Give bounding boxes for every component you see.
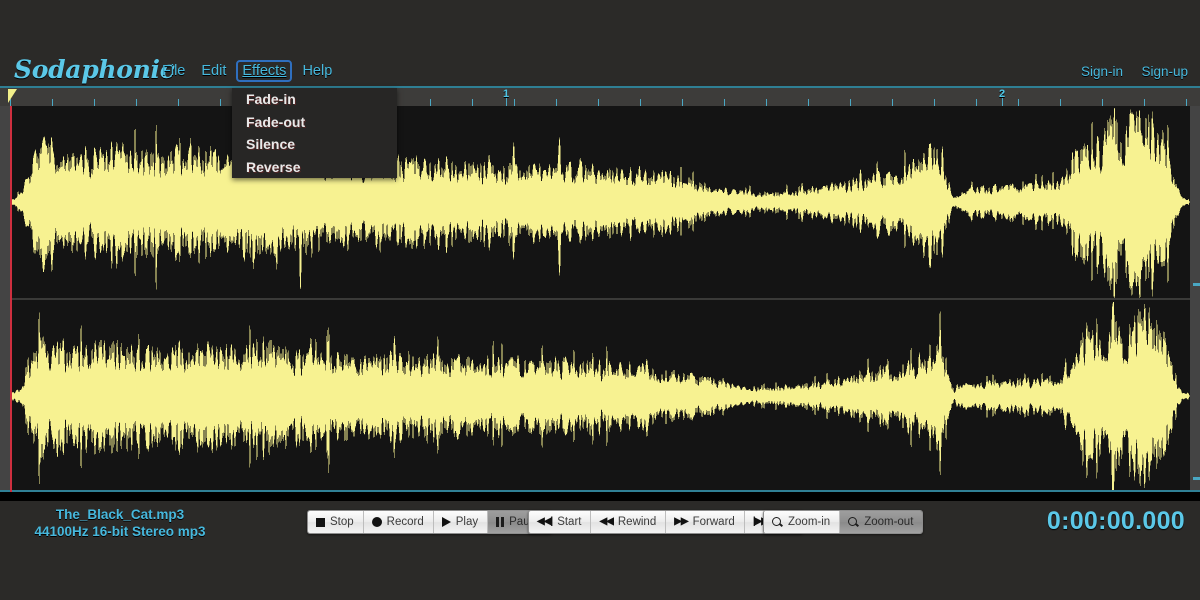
timecode-display: 0:00:00.000 bbox=[1047, 507, 1185, 536]
button-label: Play bbox=[456, 515, 478, 529]
playhead-handle[interactable] bbox=[8, 89, 17, 103]
waveform-canvas[interactable] bbox=[10, 106, 1190, 492]
rewind-icon: ◀◀ bbox=[599, 517, 612, 527]
button-label: Stop bbox=[330, 515, 354, 529]
menu-item-file[interactable]: File bbox=[158, 62, 189, 80]
pause-icon bbox=[496, 517, 504, 527]
file-format-info: 44100Hz 16-bit Stereo mp3 bbox=[0, 523, 240, 541]
button-label: Record bbox=[387, 515, 424, 529]
magnifier-icon bbox=[772, 517, 783, 528]
ruler-tick bbox=[1186, 99, 1187, 106]
ruler-tick bbox=[976, 99, 977, 106]
magnifier-icon bbox=[848, 517, 859, 528]
menu-option-reverse[interactable]: Reverse bbox=[232, 156, 397, 179]
waveform-track-left[interactable] bbox=[10, 106, 1190, 298]
timeline-ruler[interactable]: 12 bbox=[0, 88, 1200, 106]
waveform-right-channel bbox=[10, 300, 1190, 492]
file-info: The_Black_Cat.mp3 44100Hz 16-bit Stereo … bbox=[0, 506, 240, 541]
waveform-track-right[interactable] bbox=[10, 300, 1190, 492]
menu-option-fade-out[interactable]: Fade-out bbox=[232, 111, 397, 134]
button-label: Rewind bbox=[618, 515, 656, 529]
menu-item-effects[interactable]: Effects bbox=[238, 62, 290, 80]
footer-shadow-strip bbox=[0, 492, 1200, 501]
sodaphonic-audio-editor: Sodaphonic File Edit Effects Help Sign-in S… bbox=[0, 0, 1200, 600]
zoom-button-group[interactable]: Zoom-in Zoom-out bbox=[763, 510, 923, 534]
ruler-label-2: 2 bbox=[999, 88, 1005, 100]
waveform-editor[interactable]: 12 L R bbox=[0, 88, 1200, 492]
ruler-tick bbox=[1144, 99, 1145, 106]
record-button[interactable]: Record bbox=[364, 511, 434, 533]
zoom-in-button[interactable]: Zoom-in bbox=[764, 511, 840, 533]
menu-option-silence[interactable]: Silence bbox=[232, 133, 397, 156]
file-name[interactable]: The_Black_Cat.mp3 bbox=[0, 506, 240, 523]
ruler-tick bbox=[724, 99, 725, 106]
menu-item-edit[interactable]: Edit bbox=[197, 62, 230, 80]
app-header: Sodaphonic File Edit Effects Help Sign-in S… bbox=[0, 0, 1200, 88]
rewind-button[interactable]: ◀◀ Rewind bbox=[591, 511, 666, 533]
button-label: Zoom-in bbox=[788, 515, 830, 529]
stop-icon bbox=[316, 518, 325, 527]
app-logo: Sodaphonic bbox=[14, 55, 175, 84]
menu-item-help[interactable]: Help bbox=[298, 62, 336, 80]
fast-forward-icon: ▶▶ bbox=[674, 517, 687, 527]
auth-links: Sign-in Sign-up bbox=[1067, 63, 1188, 81]
skip-back-icon: ◀◀| bbox=[537, 517, 552, 527]
button-label: Forward bbox=[693, 515, 735, 529]
ruler-tick bbox=[1060, 99, 1061, 106]
button-label: Zoom-out bbox=[864, 515, 913, 529]
play-icon bbox=[442, 517, 451, 527]
ruler-tick bbox=[178, 99, 179, 106]
app-footer: The_Black_Cat.mp3 44100Hz 16-bit Stereo … bbox=[0, 501, 1200, 600]
ruler-tick bbox=[514, 99, 515, 106]
ruler-tick bbox=[430, 99, 431, 106]
playhead-line[interactable] bbox=[10, 106, 12, 492]
ruler-label-1: 1 bbox=[503, 88, 509, 100]
ruler-tick bbox=[766, 99, 767, 106]
play-button[interactable]: Play bbox=[434, 511, 488, 533]
effects-dropdown-menu[interactable]: Fade-inFade-outSilenceReverse bbox=[232, 88, 397, 178]
ruler-tick bbox=[682, 99, 683, 106]
ruler-tick bbox=[220, 99, 221, 106]
ruler-tick bbox=[472, 99, 473, 106]
ruler-tick bbox=[850, 99, 851, 106]
right-edge-marker-right-channel bbox=[1193, 477, 1200, 480]
ruler-tick bbox=[94, 99, 95, 106]
button-label: Start bbox=[557, 515, 581, 529]
ruler-tick bbox=[136, 99, 137, 106]
ruler-tick bbox=[598, 99, 599, 106]
sign-in-link[interactable]: Sign-in bbox=[1081, 64, 1123, 79]
sign-up-link[interactable]: Sign-up bbox=[1141, 64, 1188, 79]
ruler-tick bbox=[556, 99, 557, 106]
menu-bar: File Edit Effects Help bbox=[158, 62, 344, 84]
right-edge-marker-left-channel bbox=[1193, 283, 1200, 286]
transport-button-group[interactable]: StopRecordPlayPause bbox=[307, 510, 552, 534]
waveform-left-channel bbox=[10, 106, 1190, 298]
ruler-tick bbox=[1102, 99, 1103, 106]
ruler-tick bbox=[934, 99, 935, 106]
ruler-tick bbox=[640, 99, 641, 106]
record-icon bbox=[372, 517, 382, 527]
stop-button[interactable]: Stop bbox=[308, 511, 364, 533]
ruler-tick bbox=[1018, 99, 1019, 106]
ruler-tick bbox=[892, 99, 893, 106]
ruler-tick bbox=[52, 99, 53, 106]
start-button[interactable]: ◀◀| Start bbox=[529, 511, 591, 533]
menu-option-fade-in[interactable]: Fade-in bbox=[232, 88, 397, 111]
forward-button[interactable]: ▶▶ Forward bbox=[666, 511, 745, 533]
ruler-tick bbox=[808, 99, 809, 106]
zoom-out-button[interactable]: Zoom-out bbox=[840, 511, 922, 533]
